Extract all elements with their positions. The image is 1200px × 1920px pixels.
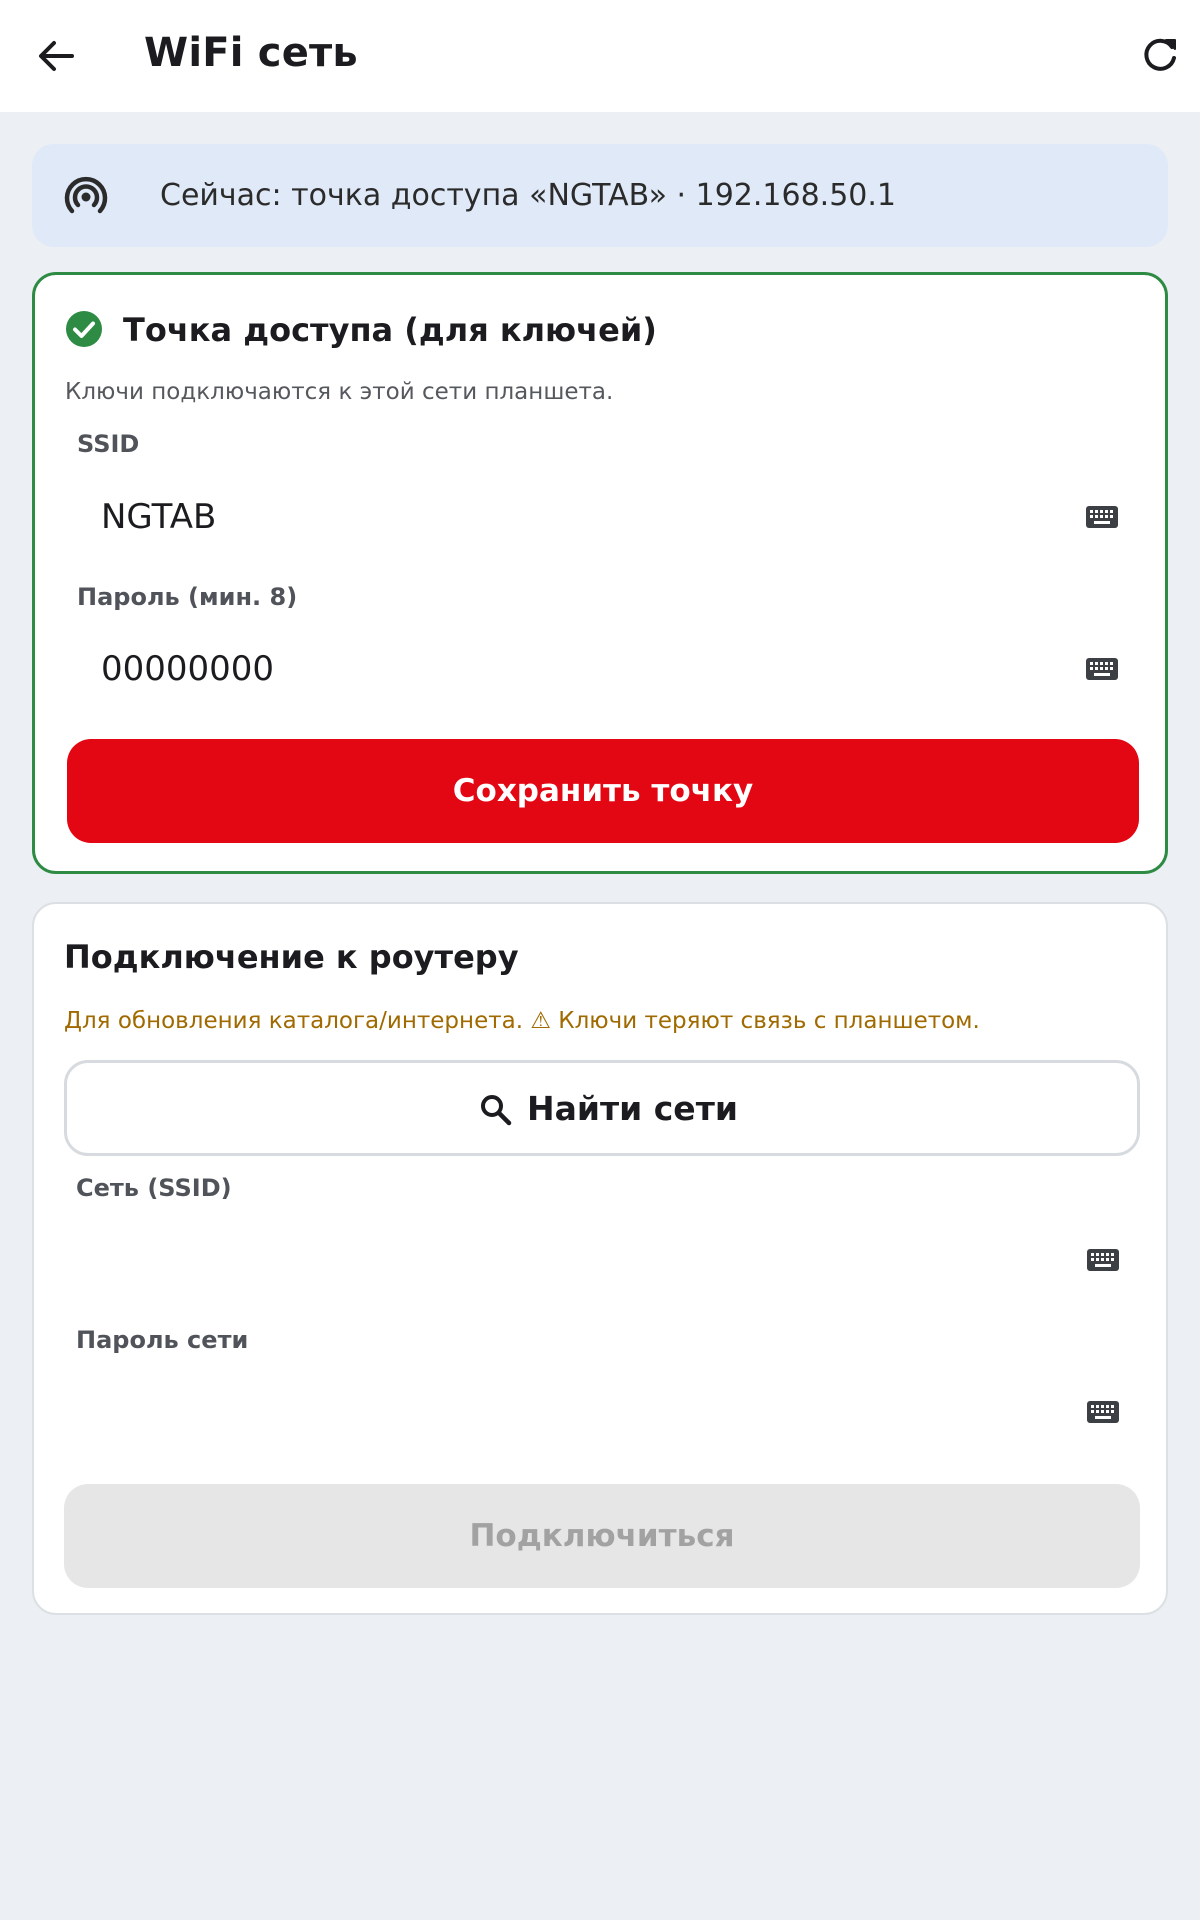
save-hotspot-button[interactable]: Сохранить точку <box>67 739 1139 843</box>
ssid-value: NGTAB <box>101 497 217 537</box>
search-icon <box>481 1095 512 1126</box>
hotspot-title: Точка доступа (для ключей) <box>123 311 657 349</box>
arrow-back-icon <box>39 41 74 71</box>
ssid-label: SSID <box>77 430 140 458</box>
password-input[interactable]: 00000000 <box>65 629 1141 709</box>
hotspot-description: Ключи подключаются к этой сети планшета. <box>65 379 614 405</box>
keyboard-icon[interactable] <box>1085 505 1119 529</box>
check-circle-icon <box>66 311 102 347</box>
router-card: Подключение к роутеру Для обновления кат… <box>32 902 1168 1615</box>
status-text: Сейчас: точка доступа «NGTAB» · 192.168.… <box>160 178 896 213</box>
keyboard-icon[interactable] <box>1086 1400 1120 1424</box>
password-label: Пароль (мин. 8) <box>77 583 298 611</box>
hotspot-icon <box>64 176 108 214</box>
ssid-input[interactable]: NGTAB <box>65 477 1141 557</box>
router-warning: Для обновления каталога/интернета. ⚠ Клю… <box>64 1008 980 1034</box>
find-networks-button[interactable]: Найти сети <box>64 1060 1140 1156</box>
network-label: Сеть (SSID) <box>76 1174 232 1202</box>
back-button[interactable] <box>28 28 84 84</box>
network-password-label: Пароль сети <box>76 1326 249 1354</box>
refresh-icon <box>1144 38 1176 71</box>
app-bar: WiFi сеть <box>0 0 1200 112</box>
hotspot-card: Точка доступа (для ключей) Ключи подключ… <box>32 272 1168 874</box>
status-banner: Сейчас: точка доступа «NGTAB» · 192.168.… <box>32 144 1168 247</box>
connect-button[interactable]: Подключиться <box>64 1484 1140 1588</box>
find-networks-label: Найти сети <box>527 1089 738 1128</box>
network-input[interactable] <box>64 1219 1140 1299</box>
page-title: WiFi сеть <box>144 30 358 76</box>
keyboard-icon[interactable] <box>1085 657 1119 681</box>
network-password-input[interactable] <box>64 1371 1140 1451</box>
password-value: 00000000 <box>101 649 275 689</box>
router-title: Подключение к роутеру <box>64 938 519 976</box>
keyboard-icon[interactable] <box>1086 1248 1120 1272</box>
refresh-button[interactable] <box>1132 28 1188 84</box>
